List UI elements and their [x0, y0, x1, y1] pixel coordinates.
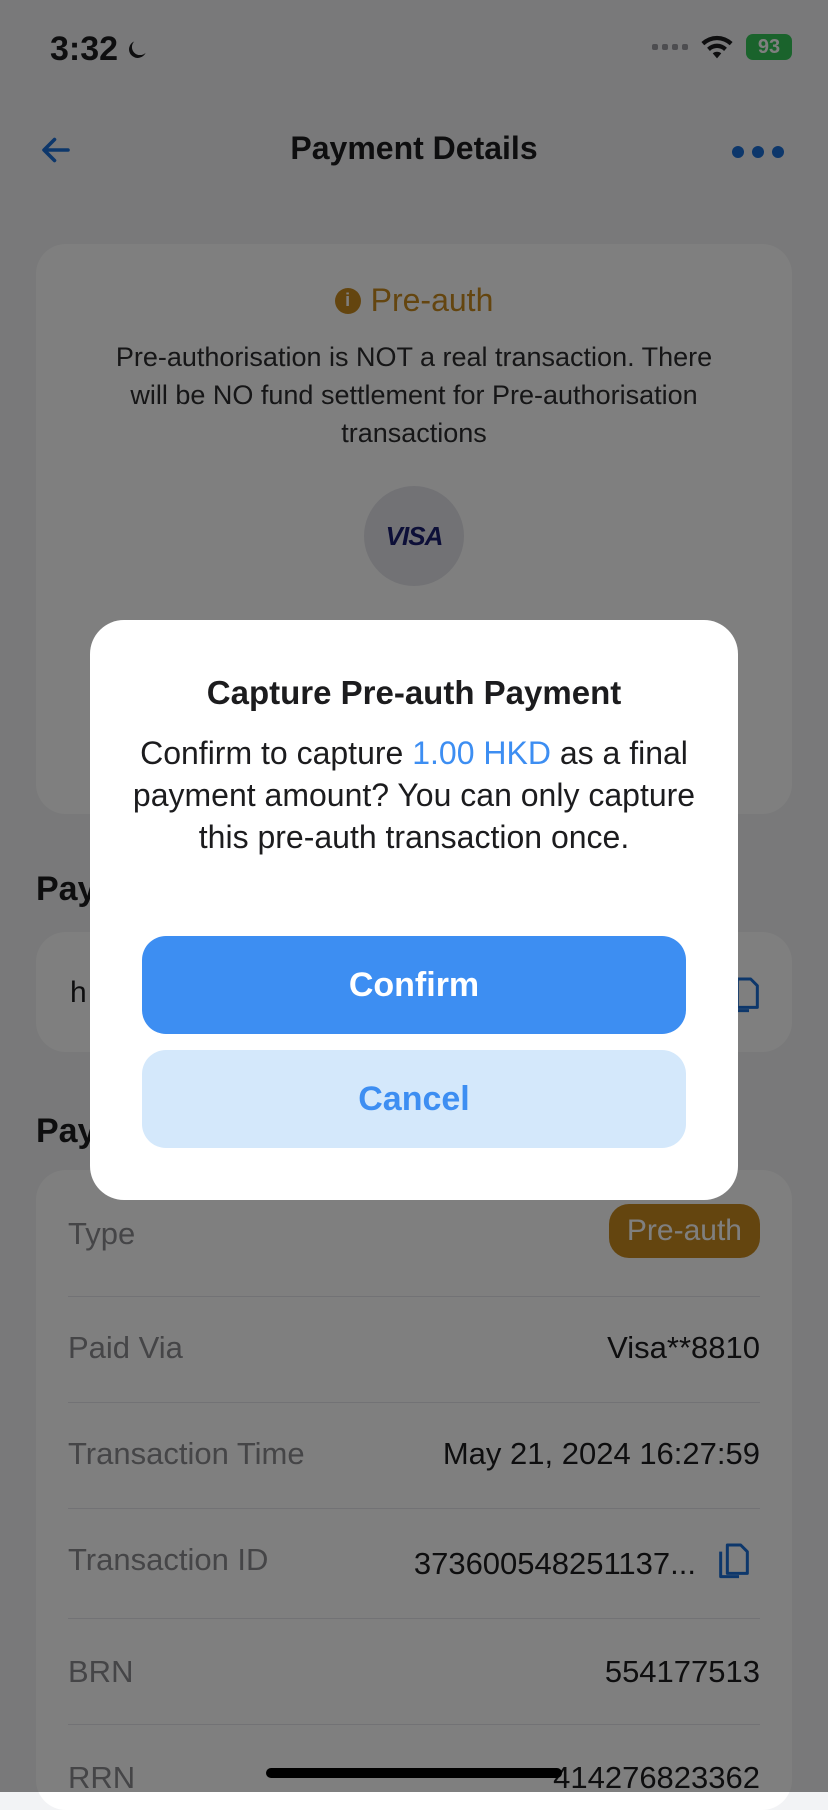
dialog-message-prefix: Confirm to capture — [140, 735, 413, 771]
dialog-message: Confirm to capture 1.00 HKD as a final p… — [130, 732, 698, 858]
cancel-button[interactable]: Cancel — [142, 1050, 686, 1148]
home-indicator[interactable] — [266, 1768, 562, 1778]
dialog-amount: 1.00 HKD — [412, 735, 551, 771]
confirm-button[interactable]: Confirm — [142, 936, 686, 1034]
dialog-title: Capture Pre-auth Payment — [206, 674, 622, 711]
